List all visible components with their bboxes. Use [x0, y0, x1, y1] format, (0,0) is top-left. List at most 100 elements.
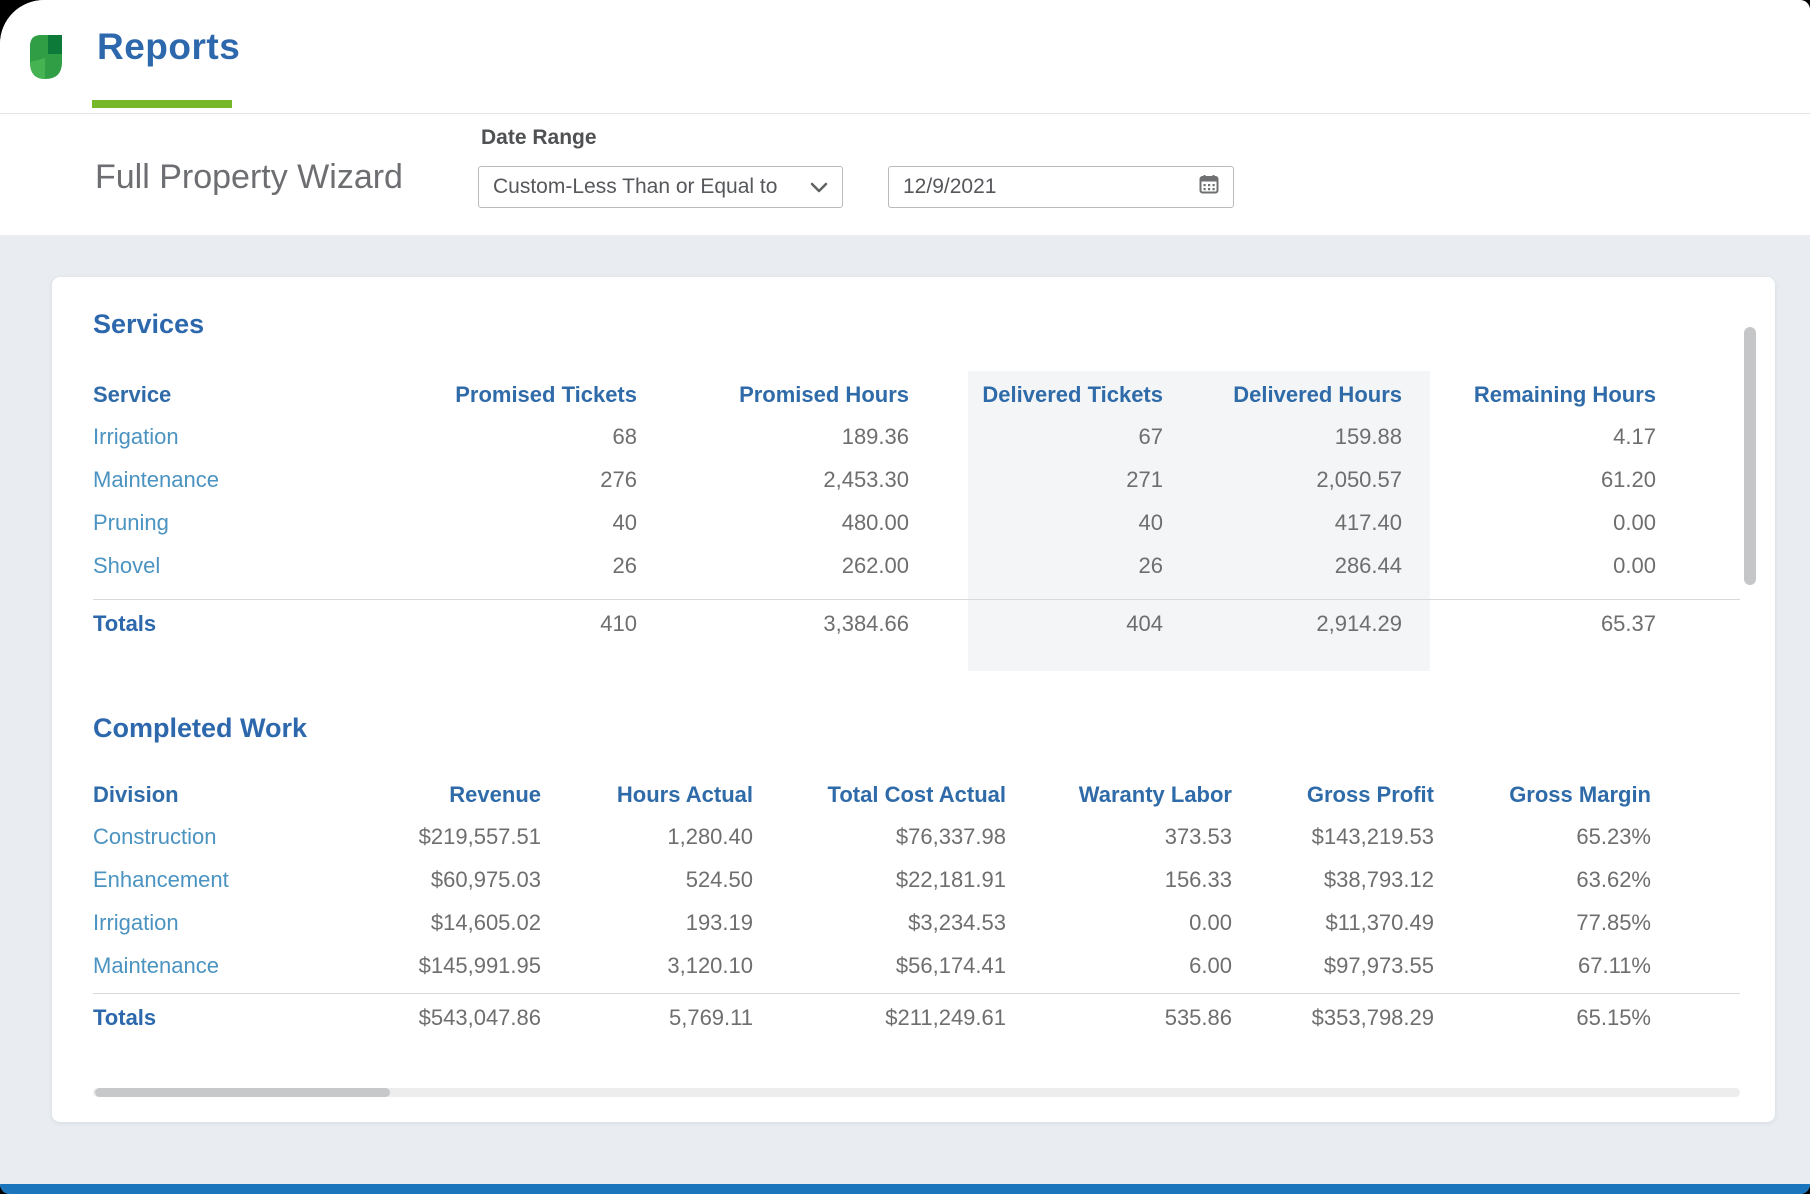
service-link[interactable]: Shovel: [93, 553, 373, 579]
cell: 77.85%: [1434, 910, 1651, 936]
leaf-icon[interactable]: [25, 31, 67, 83]
report-title: Full Property Wizard: [95, 158, 403, 197]
division-link[interactable]: Irrigation: [93, 910, 373, 936]
cell: $219,557.51: [373, 824, 541, 850]
total-cell: 2,914.29: [1163, 611, 1402, 637]
table-row: Pruning 40 480.00 40 417.40 0.00: [93, 501, 1740, 544]
total-cell: 535.86: [1006, 1005, 1232, 1031]
vertical-scrollbar[interactable]: [1744, 327, 1756, 585]
table-row: Maintenance $145,991.95 3,120.10 $56,174…: [93, 944, 1740, 987]
cell: 67: [909, 424, 1163, 450]
table-row: Irrigation $14,605.02 193.19 $3,234.53 0…: [93, 901, 1740, 944]
date-range-operator-value: Custom-Less Than or Equal to: [493, 175, 777, 199]
column-header-hours-actual: Hours Actual: [541, 782, 753, 808]
totals-label: Totals: [93, 611, 373, 637]
column-header-delivered-tickets: Delivered Tickets: [909, 382, 1163, 408]
date-input-value: 12/9/2021: [903, 175, 996, 199]
cell: 524.50: [541, 867, 753, 893]
table-row: Maintenance 276 2,453.30 271 2,050.57 61…: [93, 458, 1740, 501]
services-header-row: Service Promised Tickets Promised Hours …: [93, 375, 1740, 415]
cell: 0.00: [1006, 910, 1232, 936]
completed-work-totals-row: Totals $543,047.86 5,769.11 $211,249.61 …: [93, 994, 1740, 1042]
cell: 0.00: [1402, 510, 1656, 536]
total-cell: 5,769.11: [541, 1005, 753, 1031]
column-header-remaining-hours: Remaining Hours: [1402, 382, 1656, 408]
active-tab-underline: [92, 100, 232, 108]
chevron-down-icon: [810, 175, 828, 199]
cell: 189.36: [637, 424, 909, 450]
division-link[interactable]: Construction: [93, 824, 373, 850]
column-header-gross-profit: Gross Profit: [1232, 782, 1434, 808]
service-link[interactable]: Pruning: [93, 510, 373, 536]
cell: 2,050.57: [1163, 467, 1402, 493]
services-heading: Services: [93, 309, 204, 340]
cell: $38,793.12: [1232, 867, 1434, 893]
cell: 1,280.40: [541, 824, 753, 850]
column-header-division: Division: [93, 782, 373, 808]
cell: 286.44: [1163, 553, 1402, 579]
cell: 417.40: [1163, 510, 1402, 536]
cell: 26: [909, 553, 1163, 579]
cell: 0.00: [1402, 553, 1656, 579]
cell: 193.19: [541, 910, 753, 936]
cell: 67.11%: [1434, 953, 1651, 979]
total-cell: 3,384.66: [637, 611, 909, 637]
cell: $145,991.95: [373, 953, 541, 979]
cell: 262.00: [637, 553, 909, 579]
cell: $97,973.55: [1232, 953, 1434, 979]
completed-work-header-row: Division Revenue Hours Actual Total Cost…: [93, 775, 1740, 815]
total-cell: 65.15%: [1434, 1005, 1651, 1031]
table-row: Enhancement $60,975.03 524.50 $22,181.91…: [93, 858, 1740, 901]
screen: Reports Full Property Wizard Date Range …: [0, 0, 1810, 1194]
horizontal-scrollbar-thumb[interactable]: [95, 1088, 390, 1097]
report-card: Services Service Promised Tickets Promis…: [52, 277, 1775, 1122]
cell: 26: [373, 553, 637, 579]
column-header-promised-hours: Promised Hours: [637, 382, 909, 408]
cell: $60,975.03: [373, 867, 541, 893]
cell: 40: [373, 510, 637, 536]
cell: 271: [909, 467, 1163, 493]
page-title: Reports: [97, 26, 240, 68]
column-header-revenue: Revenue: [373, 782, 541, 808]
total-cell: $211,249.61: [753, 1005, 1006, 1031]
cell: $56,174.41: [753, 953, 1006, 979]
column-header-promised-tickets: Promised Tickets: [373, 382, 637, 408]
table-row: Construction $219,557.51 1,280.40 $76,33…: [93, 815, 1740, 858]
cell: $76,337.98: [753, 824, 1006, 850]
cell: $11,370.49: [1232, 910, 1434, 936]
cell: 63.62%: [1434, 867, 1651, 893]
cell: $143,219.53: [1232, 824, 1434, 850]
app-header: Reports: [0, 0, 1810, 114]
report-toolbar: Full Property Wizard Date Range Custom-L…: [0, 114, 1810, 235]
cell: $14,605.02: [373, 910, 541, 936]
date-range-operator-select[interactable]: Custom-Less Than or Equal to: [478, 166, 843, 208]
cell: 68: [373, 424, 637, 450]
service-link[interactable]: Irrigation: [93, 424, 373, 450]
service-link[interactable]: Maintenance: [93, 467, 373, 493]
bottom-accent-bar: [0, 1184, 1810, 1194]
services-table: Service Promised Tickets Promised Hours …: [93, 375, 1740, 648]
cell: 6.00: [1006, 953, 1232, 979]
date-range-label: Date Range: [481, 126, 597, 150]
total-cell: 404: [909, 611, 1163, 637]
column-header-gross-margin: Gross Margin: [1434, 782, 1651, 808]
cell: 2,453.30: [637, 467, 909, 493]
column-header-delivered-hours: Delivered Hours: [1163, 382, 1402, 408]
cell: 61.20: [1402, 467, 1656, 493]
services-totals-row: Totals 410 3,384.66 404 2,914.29 65.37: [93, 600, 1740, 648]
division-link[interactable]: Maintenance: [93, 953, 373, 979]
completed-work-heading: Completed Work: [93, 713, 307, 744]
total-cell: $543,047.86: [373, 1005, 541, 1031]
table-row: Irrigation 68 189.36 67 159.88 4.17: [93, 415, 1740, 458]
cell: $22,181.91: [753, 867, 1006, 893]
cell: 65.23%: [1434, 824, 1651, 850]
column-header-total-cost-actual: Total Cost Actual: [753, 782, 1006, 808]
totals-label: Totals: [93, 1005, 373, 1031]
calendar-icon[interactable]: [1199, 174, 1219, 200]
cell: 3,120.10: [541, 953, 753, 979]
date-input[interactable]: 12/9/2021: [888, 166, 1234, 208]
cell: 480.00: [637, 510, 909, 536]
horizontal-scrollbar[interactable]: [93, 1088, 1740, 1097]
table-row: Shovel 26 262.00 26 286.44 0.00: [93, 544, 1740, 587]
division-link[interactable]: Enhancement: [93, 867, 373, 893]
